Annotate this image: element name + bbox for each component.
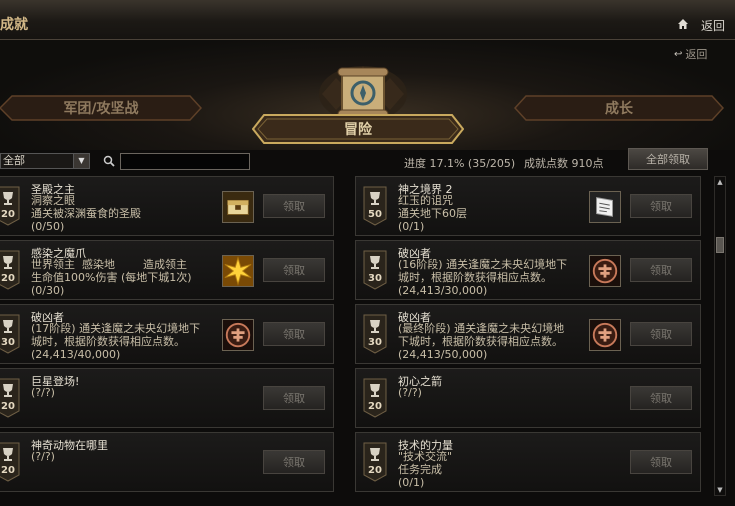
achievement-points-value: 20	[1, 273, 15, 284]
seal-icon	[589, 255, 621, 287]
achievement-desc: 红玉的诅咒 通关地下60层 (0/1)	[398, 194, 467, 233]
seal-icon	[222, 319, 254, 351]
scroll-down-icon[interactable]: ▼	[715, 485, 725, 495]
achievement-card: 30 破凶者 (17阶段) 通关逢魔之未央幻境地下 城时，根据阶数获得相应点数。 (…	[0, 304, 334, 364]
achievement-points: 成就点数 910点	[524, 157, 604, 170]
tab-growth[interactable]: 成长	[514, 95, 724, 121]
claim-button[interactable]: 领取	[630, 386, 692, 410]
tab-legion-siege-label: 军团/攻坚战	[63, 101, 139, 117]
burst-icon	[222, 255, 254, 287]
scroll-up-icon[interactable]: ▲	[715, 177, 725, 187]
achievement-desc: (?/?)	[398, 386, 422, 399]
achievement-card: 20 技术的力量 "技术交流" 任务完成 (0/1) 领取	[355, 432, 701, 492]
achievement-desc: "技术交流" 任务完成 (0/1)	[398, 450, 453, 489]
progress-readout: 进度 17.1% (35/205)	[404, 157, 516, 170]
achievement-card: 20 神奇动物在哪里 (?/?) 领取	[0, 432, 334, 492]
claim-button[interactable]: 领取	[263, 194, 325, 218]
claim-button[interactable]: 领取	[263, 322, 325, 346]
claim-button[interactable]: 领取	[630, 194, 692, 218]
tab-growth-label: 成长	[605, 101, 633, 117]
achievement-points-value: 20	[368, 401, 382, 412]
achievement-card: 20 巨星登场! (?/?) 领取	[0, 368, 334, 428]
trophy-badge-icon: 20	[0, 186, 20, 226]
chest-icon	[222, 191, 254, 223]
back-button-top[interactable]: 返回	[701, 17, 725, 34]
trophy-badge-icon: 30	[363, 314, 387, 354]
claim-button[interactable]: 领取	[263, 386, 325, 410]
trophy-badge-icon: 20	[363, 442, 387, 482]
achievement-desc: (?/?)	[31, 386, 55, 399]
seal-icon	[589, 319, 621, 351]
tab-adventure[interactable]: 冒险	[252, 114, 464, 144]
achievement-card: 20 圣殿之主 洞察之眼 通关被深渊蚕食的圣殿 (0/50) 领取	[0, 176, 334, 236]
return-arrow-icon: ↩	[674, 48, 683, 60]
achievement-points-value: 20	[1, 465, 15, 476]
scrollbar[interactable]: ▲ ▼	[714, 176, 726, 496]
scroll-thumb[interactable]	[716, 237, 724, 253]
back-sub-label: 返回	[685, 48, 708, 61]
trophy-badge-icon: 20	[363, 378, 387, 418]
search-input[interactable]	[120, 153, 250, 170]
claim-button[interactable]: 领取	[263, 450, 325, 474]
achievement-points-value: 30	[368, 337, 382, 348]
achievement-points-value: 50	[368, 209, 382, 220]
achievement-points-value: 30	[368, 273, 382, 284]
claim-button[interactable]: 领取	[263, 258, 325, 282]
scroll-icon	[589, 191, 621, 223]
achievement-desc: (16阶段) 通关逢魔之未央幻境地下 城时，根据阶数获得相应点数。 (24,41…	[398, 258, 568, 297]
achievement-desc: 世界领主 感染地 造成领主 生命值100%伤害 (每地下城1次) (0/30)	[31, 258, 192, 297]
search-icon	[103, 155, 115, 167]
achievement-card: 50 神之境界 2 红玉的诅咒 通关地下60层 (0/1) 领取	[355, 176, 701, 236]
claim-button[interactable]: 领取	[630, 322, 692, 346]
claim-button[interactable]: 领取	[630, 258, 692, 282]
category-filter-select[interactable]: 全部 ▼	[0, 153, 90, 169]
achievement-card: 20 初心之箭 (?/?) 领取	[355, 368, 701, 428]
back-button-sub[interactable]: ↩ 返回	[674, 46, 707, 62]
filter-value: 全部	[3, 154, 25, 167]
claim-all-button[interactable]: 全部领取	[628, 148, 708, 170]
claim-button[interactable]: 领取	[630, 450, 692, 474]
achievement-desc: (17阶段) 通关逢魔之未央幻境地下 城时，根据阶数获得相应点数。 (24,41…	[31, 322, 201, 361]
trophy-badge-icon: 30	[0, 314, 20, 354]
chevron-down-icon[interactable]: ▼	[73, 154, 89, 168]
trophy-badge-icon: 30	[363, 250, 387, 290]
achievement-desc: (?/?)	[31, 450, 55, 463]
window-title: 成就	[0, 17, 28, 33]
tab-legion-siege[interactable]: 军团/攻坚战	[0, 95, 202, 121]
trophy-badge-icon: 50	[363, 186, 387, 226]
trophy-badge-icon: 20	[0, 442, 20, 482]
trophy-badge-icon: 20	[0, 250, 20, 290]
achievement-points-value: 20	[1, 209, 15, 220]
trophy-badge-icon: 20	[0, 378, 20, 418]
achievement-desc: 洞察之眼 通关被深渊蚕食的圣殿 (0/50)	[31, 194, 141, 233]
achievement-card: 20 感染之魔爪 世界领主 感染地 造成领主 生命值100%伤害 (每地下城1次) …	[0, 240, 334, 300]
achievement-card: 30 破凶者 (最终阶段) 通关逢魔之未央幻境地 下城时，根据阶数获得相应点数。 (…	[355, 304, 701, 364]
tab-adventure-label: 冒险	[344, 122, 372, 138]
title-bar: 成就 返回	[0, 0, 735, 40]
achievement-points-value: 30	[1, 337, 15, 348]
achievement-card: 30 破凶者 (16阶段) 通关逢魔之未央幻境地下 城时，根据阶数获得相应点数。 (…	[355, 240, 701, 300]
achievement-points-value: 20	[1, 401, 15, 412]
achievement-list: 20 圣殿之主 洞察之眼 通关被深渊蚕食的圣殿 (0/50) 领取 50 神之境界 2 红玉…	[0, 176, 712, 506]
achievement-desc: (最终阶段) 通关逢魔之未央幻境地 下城时，根据阶数获得相应点数。 (24,41…	[398, 322, 565, 361]
achievement-points-value: 20	[368, 465, 382, 476]
home-icon[interactable]	[677, 18, 689, 30]
